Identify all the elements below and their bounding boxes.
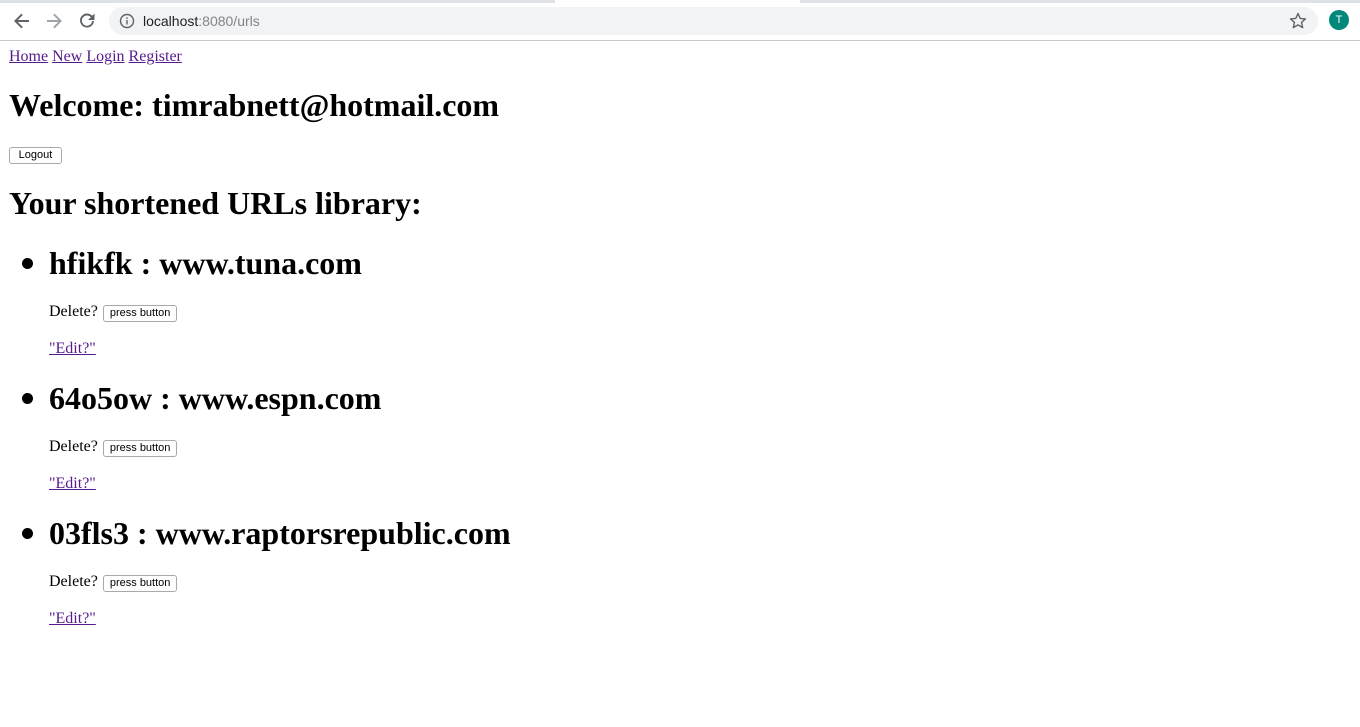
url-text[interactable]: localhost:8080/urls <box>143 13 260 29</box>
delete-row: Delete? press button <box>49 572 178 592</box>
bullet <box>22 528 33 539</box>
tab-strip <box>0 0 1360 3</box>
active-tab-indicator[interactable] <box>555 0 800 3</box>
nav-home-link[interactable]: Home <box>9 48 48 65</box>
edit-link[interactable]: "Edit?" <box>49 339 96 358</box>
reload-icon[interactable] <box>75 9 99 33</box>
nav-login-link[interactable]: Login <box>86 48 124 65</box>
url-title: 64o5ow : www.espn.com <box>49 380 382 416</box>
nav-register-link[interactable]: Register <box>129 48 182 65</box>
bullet <box>22 258 33 269</box>
edit-link[interactable]: "Edit?" <box>49 474 96 493</box>
bullet <box>22 393 33 404</box>
forward-icon[interactable] <box>42 9 66 33</box>
bookmark-star-icon[interactable] <box>1288 11 1308 31</box>
delete-button[interactable]: press button <box>102 575 178 592</box>
back-icon[interactable] <box>10 9 34 33</box>
welcome-heading: Welcome: timrabnett@hotmail.com <box>9 87 500 123</box>
delete-row: Delete? press button <box>49 302 178 322</box>
browser-toolbar: localhost:8080/urls T <box>0 0 1360 41</box>
delete-label: Delete? <box>49 438 98 455</box>
delete-label: Delete? <box>49 573 98 590</box>
profile-avatar[interactable]: T <box>1329 10 1349 30</box>
top-nav: Home New Login Register <box>9 47 182 66</box>
delete-label: Delete? <box>49 303 98 320</box>
logout-button[interactable]: Logout <box>9 147 62 164</box>
url-title: 03fls3 : www.raptorsrepublic.com <box>49 515 511 551</box>
library-title: Your shortened URLs library: <box>9 185 422 221</box>
delete-button[interactable]: press button <box>102 440 178 457</box>
url-title: hfikfk : www.tuna.com <box>49 245 362 281</box>
address-bar[interactable]: localhost:8080/urls <box>109 7 1318 35</box>
delete-button[interactable]: press button <box>102 305 178 322</box>
nav-new-link[interactable]: New <box>52 48 82 65</box>
url-path: :8080/urls <box>198 13 260 29</box>
url-host: localhost <box>143 13 199 29</box>
info-icon[interactable] <box>119 13 135 29</box>
edit-link[interactable]: "Edit?" <box>49 609 96 628</box>
delete-row: Delete? press button <box>49 437 178 457</box>
